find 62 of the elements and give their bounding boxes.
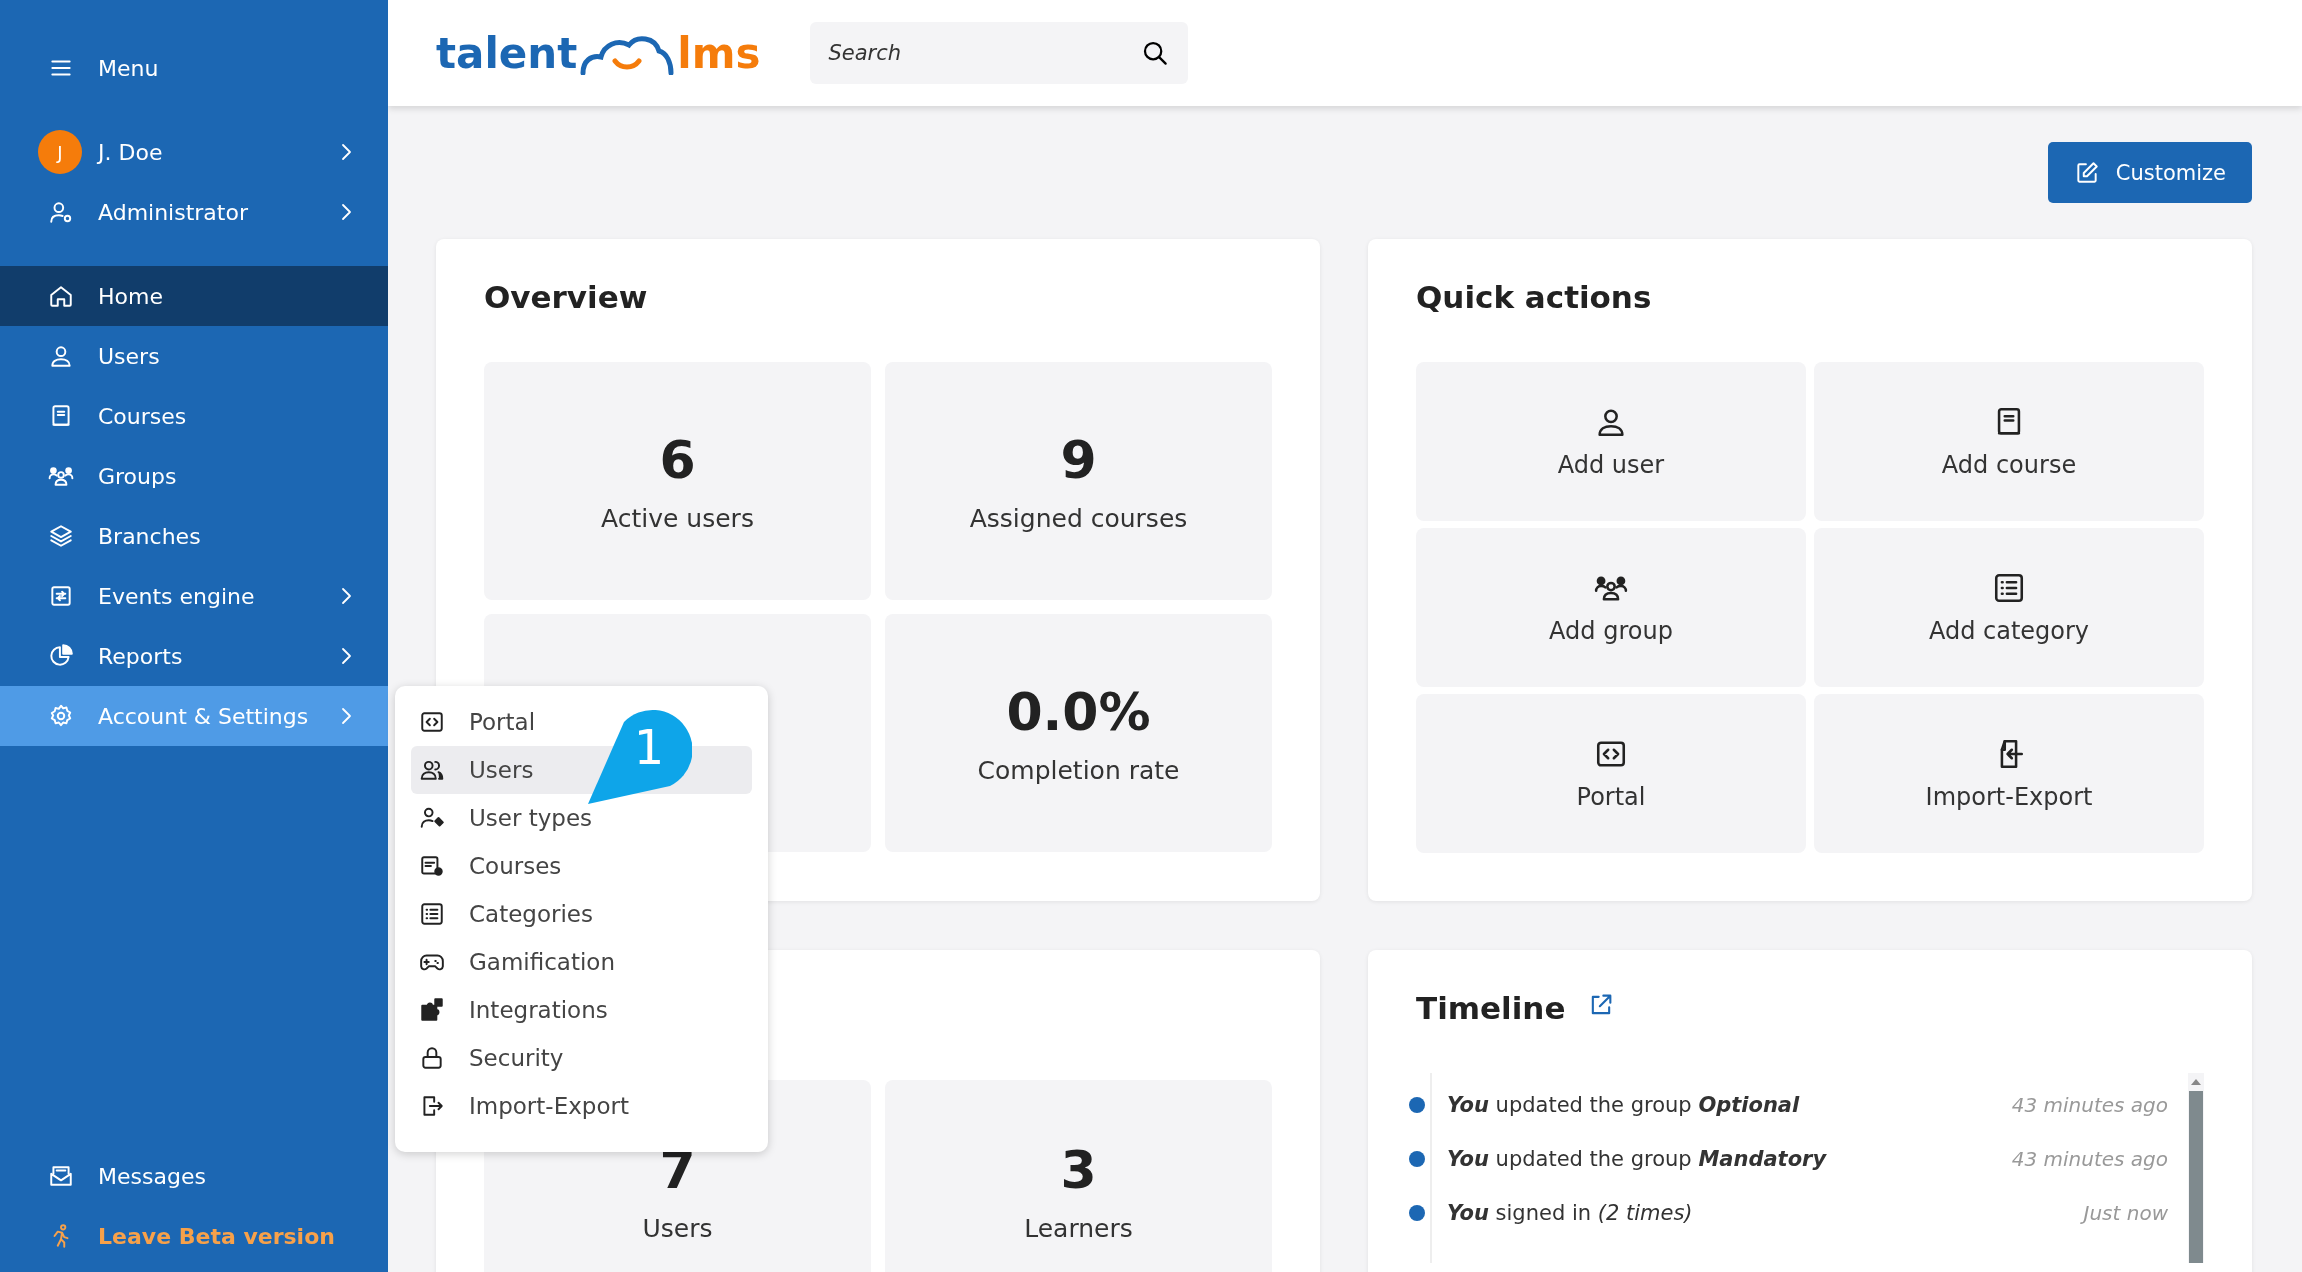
home-icon xyxy=(48,283,74,309)
stat-label: Assigned courses xyxy=(969,503,1188,533)
sidebar-item[interactable]: Users xyxy=(0,326,388,386)
stat-label: Active users xyxy=(601,503,754,533)
timeline-dot xyxy=(1409,1097,1425,1114)
menu-item[interactable]: Gamification xyxy=(411,938,752,986)
role-item[interactable]: Administrator xyxy=(0,182,388,242)
quick-action-button[interactable]: Add group xyxy=(1416,528,1806,688)
menu-item[interactable]: Import-Export xyxy=(411,1082,752,1130)
timeline-entry: You signed in (2 times) xyxy=(1447,1201,1694,1226)
sidebar-item[interactable]: Reports xyxy=(0,626,388,686)
menu-item[interactable]: Integrations xyxy=(411,986,752,1034)
quick-action-button[interactable]: Add user xyxy=(1416,362,1806,522)
sidebar-item[interactable]: Groups xyxy=(0,446,388,506)
stat-value: 3 xyxy=(1060,1140,1097,1201)
menu-item[interactable]: Courses xyxy=(411,842,752,890)
menu-item[interactable]: Categories xyxy=(411,890,752,938)
stat-value: 0.0% xyxy=(1006,681,1151,742)
quick-action-button[interactable]: Add course xyxy=(1814,362,2204,522)
timeline-dot xyxy=(1409,1151,1425,1168)
customize-button[interactable]: Customize xyxy=(2047,142,2252,203)
quick-action-button[interactable]: Add category xyxy=(1814,528,2204,688)
mail-icon xyxy=(48,1163,74,1189)
stat-label: Users xyxy=(642,1214,713,1244)
card-title: Overview xyxy=(484,279,648,317)
menu-item[interactable]: Security xyxy=(411,1034,752,1082)
list-icon xyxy=(419,901,445,927)
sidebar-item[interactable]: Events engine xyxy=(0,566,388,626)
stat-value: 6 xyxy=(659,429,696,490)
stat-label: Completion rate xyxy=(977,755,1180,785)
timeline-dot xyxy=(1409,1205,1425,1222)
layers-icon xyxy=(48,523,74,549)
sidebar-item[interactable]: Messages xyxy=(0,1146,388,1206)
code-icon xyxy=(419,709,445,735)
course-gear-icon xyxy=(419,853,445,879)
menu-button[interactable]: Menu xyxy=(0,38,388,98)
user-icon xyxy=(48,343,74,369)
scrollbar[interactable] xyxy=(2188,1073,2204,1264)
avatar: J xyxy=(38,130,82,174)
card-title: Quick actions xyxy=(1416,279,1652,317)
sidebar-item[interactable]: Home xyxy=(0,266,388,326)
logo[interactable]: talent lms xyxy=(436,31,761,75)
timestamp: 43 minutes ago xyxy=(2011,1147,2168,1172)
menu-item[interactable]: User types xyxy=(411,794,752,842)
timestamp: 43 minutes ago xyxy=(2011,1093,2168,1118)
user-tag-icon xyxy=(419,805,445,831)
timeline-entry: You updated the group Optional xyxy=(1447,1093,1801,1118)
timeline-entry: You updated the group Mandatory xyxy=(1447,1147,1828,1172)
stat-value: 9 xyxy=(1060,429,1097,490)
sidebar-item[interactable]: Branches xyxy=(0,506,388,566)
quick-action-button[interactable]: Import-Export xyxy=(1814,694,2204,854)
sidebar-item[interactable]: Courses xyxy=(0,386,388,446)
settings-icon xyxy=(48,703,74,729)
lock-icon xyxy=(419,1045,445,1071)
puzzle-icon xyxy=(419,997,445,1023)
quick-action-button[interactable]: Portal xyxy=(1416,694,1806,854)
stat-label: Learners xyxy=(1024,1214,1133,1244)
pie-chart-icon xyxy=(48,643,74,669)
user-gear-icon xyxy=(48,199,74,225)
search-field[interactable]: Search xyxy=(810,22,1189,84)
user-profile-item[interactable]: J J. Doe xyxy=(0,122,388,182)
card-title: Timeline xyxy=(1416,990,1566,1028)
